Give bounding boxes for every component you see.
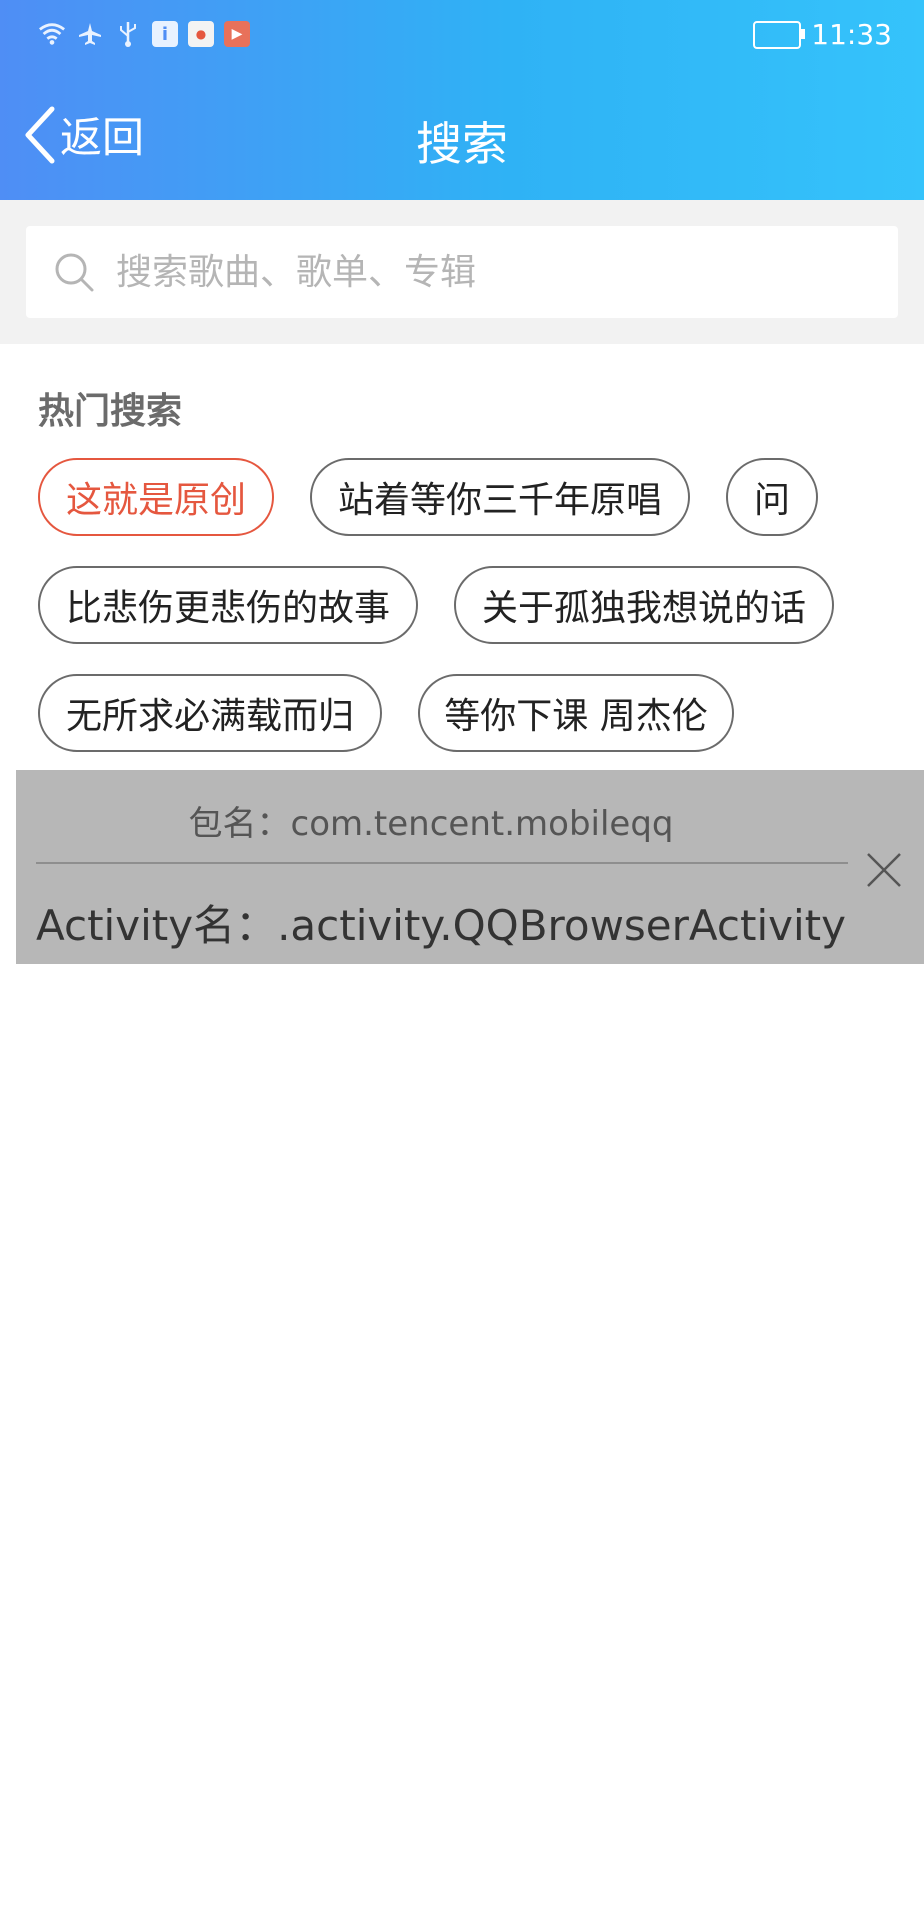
video-app-icon: ▶ xyxy=(224,21,250,47)
activity-info-overlay: 包名：com.tencent.mobileqq Activity名：.activ… xyxy=(16,770,924,964)
app-header: i ● ▶ 11:33 返回 搜索 xyxy=(0,0,924,200)
status-time: 11:33 xyxy=(811,18,892,51)
battery-icon xyxy=(753,20,806,49)
status-icons: i ● ▶ xyxy=(38,20,250,48)
search-input[interactable] xyxy=(114,250,858,294)
wifi-icon xyxy=(38,20,66,48)
hot-tag[interactable]: 等你下课 周杰伦 xyxy=(418,674,734,752)
page-title: 搜索 xyxy=(416,117,508,171)
search-box[interactable] xyxy=(26,226,898,318)
status-bar: i ● ▶ 11:33 xyxy=(0,0,924,72)
hot-tag[interactable]: 问 xyxy=(726,458,818,536)
hot-search-title: 热门搜索 xyxy=(38,391,183,432)
hot-tag[interactable]: 站着等你三千年原唱 xyxy=(310,458,690,536)
usb-icon xyxy=(114,20,142,48)
divider xyxy=(36,862,848,864)
hot-tag[interactable]: 比悲伤更悲伤的故事 xyxy=(38,566,418,644)
info-app-icon: i xyxy=(152,21,178,47)
activity-name-text: Activity名：.activity.QQBrowserActivity xyxy=(36,901,846,950)
app-icon: ● xyxy=(188,21,214,47)
hot-tag[interactable]: 无所求必满载而归 xyxy=(38,674,382,752)
airplane-icon xyxy=(76,20,104,48)
search-bar xyxy=(0,200,924,344)
package-name-text: 包名：com.tencent.mobileqq xyxy=(188,804,674,844)
hot-tag[interactable]: 关于孤独我想说的话 xyxy=(454,566,834,644)
status-right: 11:33 xyxy=(753,18,892,51)
hot-tag[interactable]: 这就是原创 xyxy=(38,458,274,536)
close-icon[interactable] xyxy=(860,846,908,894)
search-icon xyxy=(55,253,94,292)
